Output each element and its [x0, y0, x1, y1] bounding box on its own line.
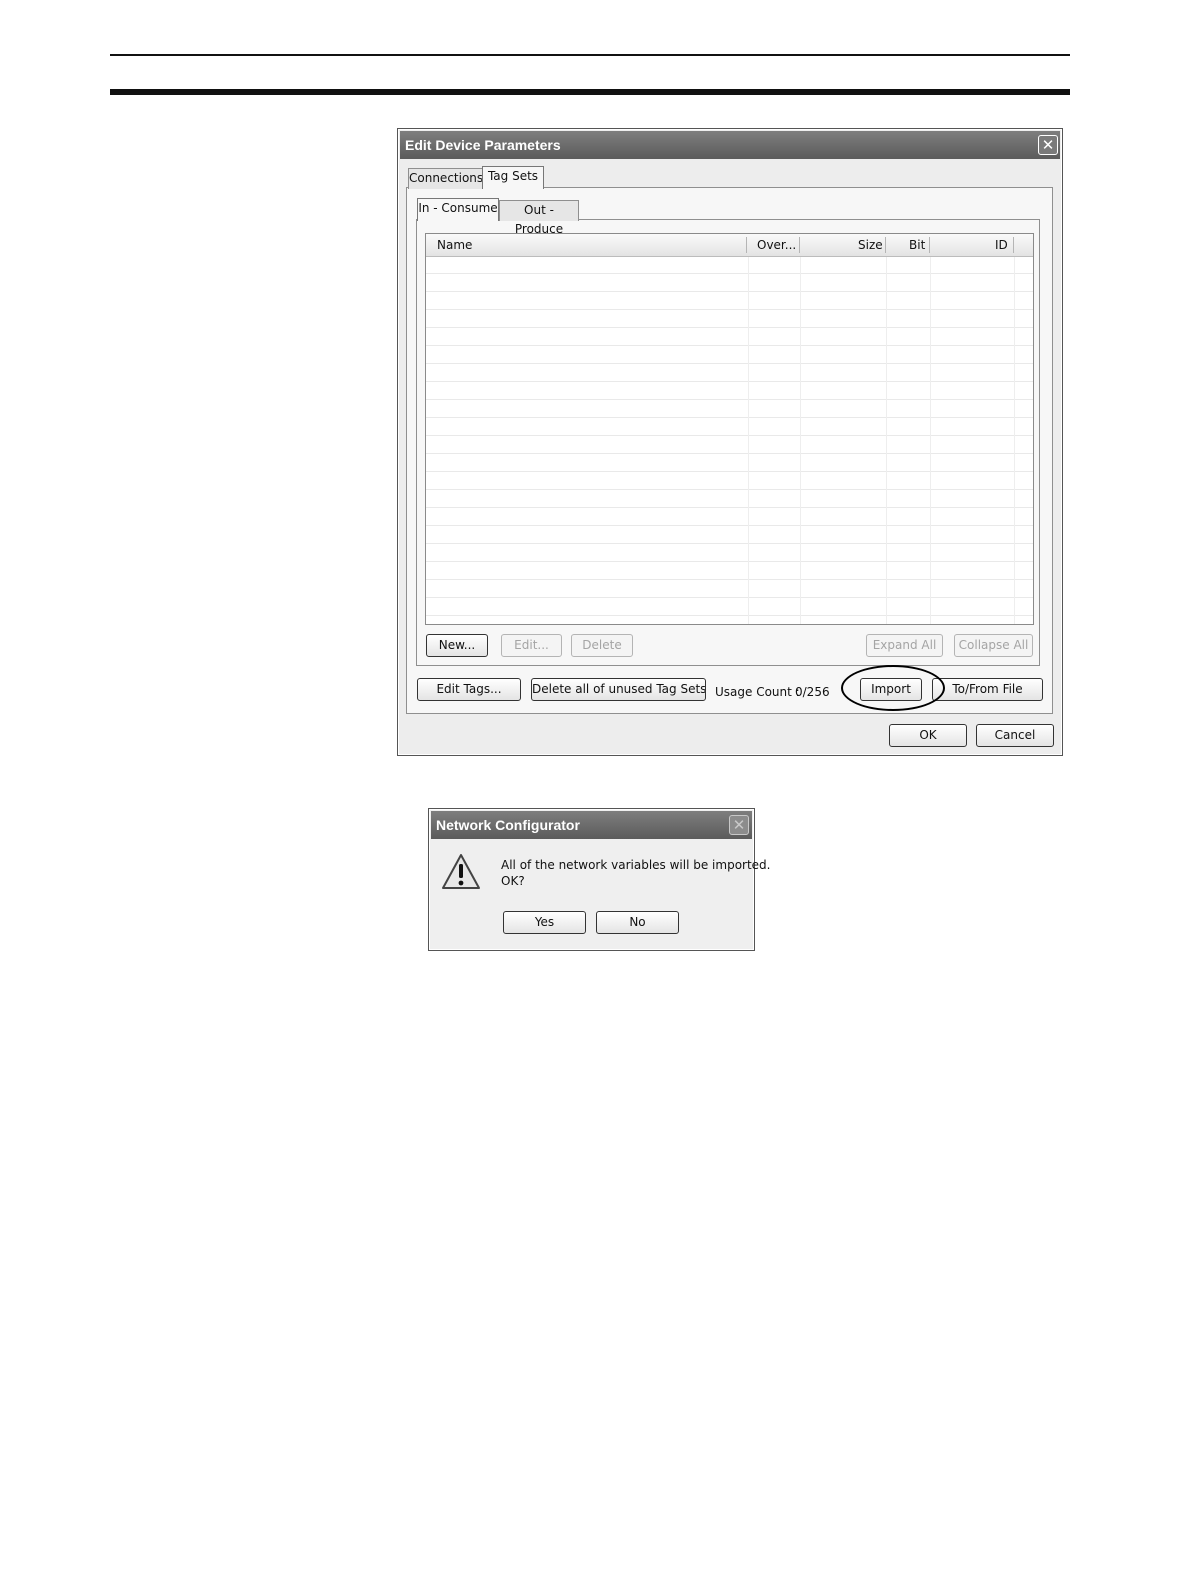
tab-tag-sets[interactable]: Tag Sets — [482, 166, 544, 189]
dialog-titlebar: Edit Device Parameters ✕ — [400, 131, 1060, 159]
delete-button[interactable]: Delete — [571, 634, 633, 657]
column-resize-handle[interactable] — [1013, 237, 1014, 253]
dialog-title: Edit Device Parameters — [405, 137, 561, 153]
tab-connections-label: Connections — [409, 171, 484, 185]
delete-unused-tag-sets-button[interactable]: Delete all of unused Tag Sets — [531, 678, 706, 701]
no-button[interactable]: No — [596, 911, 679, 934]
tab-tag-sets-label: Tag Sets — [487, 169, 539, 183]
cancel-button[interactable]: Cancel — [976, 724, 1054, 747]
usage-count-value: 0/256 — [795, 685, 830, 699]
column-divider — [1014, 256, 1015, 624]
column-divider — [886, 256, 887, 624]
confirm-title: Network Configurator — [436, 817, 580, 833]
column-resize-handle[interactable] — [929, 237, 930, 253]
confirm-message-line-2: OK? — [501, 874, 525, 888]
new-button[interactable]: New... — [426, 634, 488, 657]
to-from-file-button[interactable]: To/From File — [932, 678, 1043, 701]
tab-out-produce[interactable]: Out - Produce — [499, 200, 579, 236]
column-header-size[interactable]: Size — [858, 238, 883, 252]
column-divider — [930, 256, 931, 624]
tab-in-consume-label: In - Consume — [418, 201, 498, 215]
table-header: Name Over... Size Bit ID — [426, 234, 1033, 257]
yes-button[interactable]: Yes — [503, 911, 586, 934]
confirm-message: All of the network variables will be imp… — [501, 857, 770, 889]
close-button[interactable]: ✕ — [1038, 135, 1058, 155]
warning-icon — [442, 854, 480, 889]
tab-out-produce-label: Out - Produce — [514, 203, 564, 236]
header-rule-thin — [110, 54, 1070, 56]
confirm-message-line-1: All of the network variables will be imp… — [501, 858, 771, 872]
edit-tags-button[interactable]: Edit Tags... — [417, 678, 521, 701]
column-resize-handle[interactable] — [799, 237, 800, 253]
column-header-bit[interactable]: Bit — [909, 238, 925, 252]
tag-set-table[interactable]: Name Over... Size Bit ID — [425, 233, 1034, 625]
edit-button[interactable]: Edit... — [501, 634, 562, 657]
tab-in-consume[interactable]: In - Consume — [417, 198, 499, 221]
confirm-titlebar: Network Configurator ✕ — [431, 811, 752, 839]
expand-all-button[interactable]: Expand All — [866, 634, 943, 657]
column-header-id[interactable]: ID — [995, 238, 1008, 252]
column-resize-handle[interactable] — [885, 237, 886, 253]
column-divider — [748, 256, 749, 624]
confirm-close-button[interactable]: ✕ — [729, 815, 749, 835]
ok-button[interactable]: OK — [889, 724, 967, 747]
tab-connections[interactable]: Connections — [408, 168, 483, 189]
column-resize-handle[interactable] — [746, 237, 747, 253]
column-header-over[interactable]: Over... — [757, 238, 796, 252]
header-rule-thick — [110, 89, 1070, 95]
table-body[interactable] — [426, 256, 1033, 624]
close-icon: ✕ — [732, 816, 746, 834]
column-header-name[interactable]: Name — [437, 238, 472, 252]
usage-count-label: Usage Count : — [715, 685, 800, 699]
import-highlight-ellipse — [841, 665, 945, 711]
close-icon: ✕ — [1041, 136, 1055, 154]
column-divider — [800, 256, 801, 624]
collapse-all-button[interactable]: Collapse All — [954, 634, 1033, 657]
